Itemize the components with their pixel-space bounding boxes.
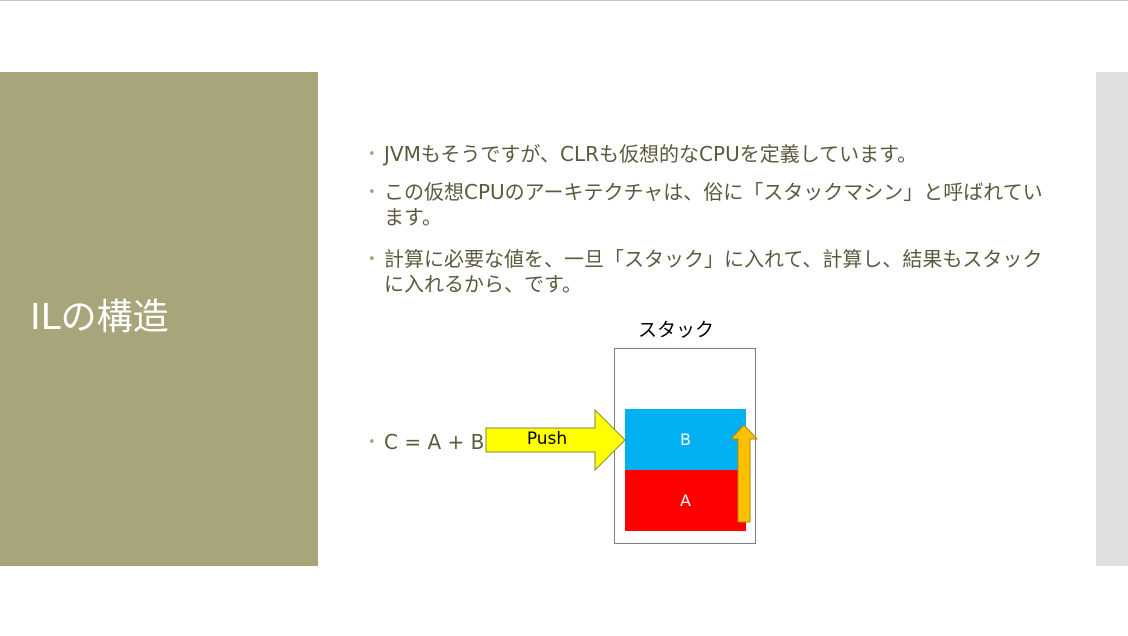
up-arrow-icon — [730, 424, 758, 523]
bullet-text: この仮想CPUのアーキテクチャは、俗に「スタックマシン」と呼ばれています。 — [384, 180, 1043, 229]
bullet-item-1: • JVMもそうですが、CLRも仮想的なCPUを定義しています。 — [368, 142, 1044, 167]
bullet-text: JVMもそうですが、CLRも仮想的なCPUを定義しています。 — [384, 142, 918, 166]
slide-title: ILの構造 — [30, 297, 169, 338]
bullet-dot: • — [368, 435, 376, 450]
stack-label: スタック — [638, 319, 715, 341]
scroll-gutter — [1096, 72, 1128, 566]
stack-block-b: B — [625, 409, 746, 470]
window-top-border — [0, 0, 1128, 1]
push-label: Push — [526, 429, 568, 449]
bullet-text: 計算に必要な値を、一旦「スタック」に入れて、計算し、結果もスタックに入れるから、… — [384, 247, 1043, 296]
bullet-item-2: • この仮想CPUのアーキテクチャは、俗に「スタックマシン」と呼ばれています。 — [368, 180, 1044, 230]
title-panel: ILの構造 — [0, 72, 318, 566]
bullet-dot: • — [368, 185, 376, 200]
bullet-dot: • — [368, 147, 376, 162]
bullet-dot: • — [368, 252, 376, 267]
slide: ILの構造 • JVMもそうですが、CLRも仮想的なCPUを定義しています。 •… — [0, 72, 1096, 566]
bullet-item-3: • 計算に必要な値を、一旦「スタック」に入れて、計算し、結果もスタックに入れるか… — [368, 247, 1044, 297]
stack-block-a: A — [625, 470, 746, 531]
bullet-text: C = A + B — [384, 430, 485, 454]
bullet-item-4: • C = A + B — [368, 430, 485, 455]
